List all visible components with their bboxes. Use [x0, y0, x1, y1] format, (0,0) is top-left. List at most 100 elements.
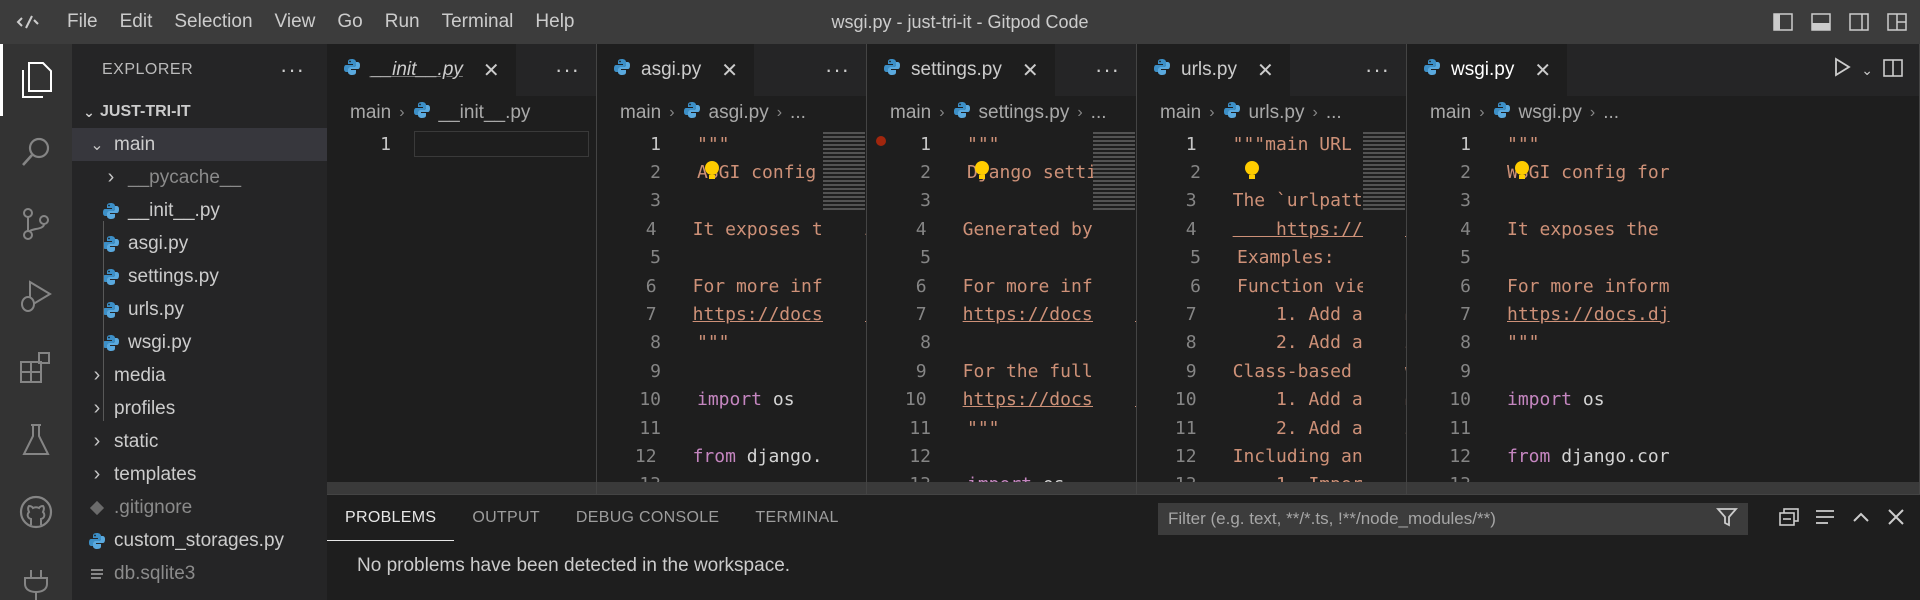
- lightbulb-icon[interactable]: [1243, 160, 1261, 187]
- lightbulb-icon[interactable]: [703, 160, 721, 187]
- tree-item-urls-py[interactable]: urls.py: [72, 293, 327, 326]
- tree-item-init-py[interactable]: __init__.py: [72, 194, 327, 227]
- close-icon[interactable]: ✕: [721, 58, 738, 83]
- menu-help[interactable]: Help: [524, 0, 585, 44]
- breadcrumb-item[interactable]: ...: [1091, 102, 1107, 124]
- horizontal-scrollbar[interactable]: [597, 482, 866, 494]
- maximize-panel-icon[interactable]: [1850, 507, 1872, 532]
- breadcrumb-item[interactable]: main: [350, 102, 391, 124]
- breadcrumb-item[interactable]: urls.py: [1249, 102, 1305, 124]
- tree-item-profiles[interactable]: › profiles: [72, 392, 327, 425]
- tree-item-custom-storages-py[interactable]: custom_storages.py: [72, 524, 327, 557]
- editor-tab[interactable]: settings.py ✕: [867, 44, 1055, 96]
- chevron-down-icon[interactable]: ⌄: [1861, 62, 1873, 79]
- close-icon[interactable]: ✕: [483, 58, 500, 83]
- breadcrumb-item[interactable]: main: [620, 102, 661, 124]
- close-icon[interactable]: ✕: [1534, 58, 1551, 83]
- tree-item-asgi-py[interactable]: asgi.py: [72, 227, 327, 260]
- tree-item-label: urls.py: [128, 298, 184, 320]
- problems-filter-input[interactable]: [1168, 509, 1688, 529]
- gitpod-logo-icon[interactable]: [0, 0, 56, 44]
- menu-terminal[interactable]: Terminal: [431, 0, 525, 44]
- breadcrumb-item[interactable]: main: [1160, 102, 1201, 124]
- more-actions-icon[interactable]: ···: [825, 57, 850, 83]
- menu-edit[interactable]: Edit: [109, 0, 164, 44]
- tree-item-gitignore[interactable]: .gitignore: [72, 491, 327, 524]
- horizontal-scrollbar[interactable]: [327, 482, 596, 494]
- collapse-all-icon[interactable]: [1778, 507, 1800, 532]
- breakpoint-icon[interactable]: [876, 136, 886, 146]
- editor-tab[interactable]: wsgi.py ✕: [1407, 44, 1568, 96]
- tree-item-main[interactable]: ⌄ main: [72, 128, 327, 161]
- lightbulb-icon[interactable]: [973, 160, 991, 187]
- more-actions-icon[interactable]: ···: [1365, 57, 1390, 83]
- minimap[interactable]: [1363, 130, 1405, 494]
- extensions-icon[interactable]: [0, 332, 72, 404]
- search-icon[interactable]: [0, 116, 72, 188]
- code-editor[interactable]: 1 """ 2 WSGI config for 3 4 It exposes the 5 6 F…: [1407, 130, 1919, 494]
- tab-problems[interactable]: PROBLEMS: [327, 495, 455, 541]
- breadcrumb-item[interactable]: __init__.py: [439, 102, 531, 124]
- tree-item-db-sqlite3[interactable]: db.sqlite3: [72, 557, 327, 590]
- editor-tab[interactable]: urls.py ✕: [1137, 44, 1290, 96]
- tree-item-settings-py[interactable]: settings.py: [72, 260, 327, 293]
- code-editor[interactable]: 1: [327, 130, 596, 158]
- tree-item-static[interactable]: › static: [72, 425, 327, 458]
- breadcrumb-item[interactable]: ...: [1603, 102, 1619, 124]
- minimap[interactable]: [1093, 130, 1135, 494]
- breadcrumb-item[interactable]: ...: [1326, 102, 1342, 124]
- menu-file[interactable]: File: [56, 0, 109, 44]
- source-control-icon[interactable]: [0, 188, 72, 260]
- breadcrumb-item[interactable]: main: [890, 102, 931, 124]
- tree-item-wsgi-py[interactable]: wsgi.py: [72, 326, 327, 359]
- workspace-root[interactable]: ⌄ JUST-TRI-IT: [72, 96, 327, 128]
- editor-tab[interactable]: __init__.py ✕: [327, 44, 516, 96]
- tab-terminal[interactable]: TERMINAL: [737, 495, 856, 541]
- more-actions-icon[interactable]: ···: [1095, 57, 1120, 83]
- activity-bar: [0, 44, 72, 600]
- toggle-secondary-sidebar-icon[interactable]: [1844, 7, 1874, 37]
- breadcrumb-item[interactable]: wsgi.py: [1519, 102, 1582, 124]
- tab-output[interactable]: OUTPUT: [454, 495, 558, 541]
- horizontal-scrollbar[interactable]: [867, 482, 1136, 494]
- editor-tab[interactable]: asgi.py ✕: [597, 44, 754, 96]
- menu-view[interactable]: View: [264, 0, 327, 44]
- tree-item-pycache[interactable]: › __pycache__: [72, 161, 327, 194]
- lightbulb-icon[interactable]: [1513, 160, 1531, 187]
- toggle-primary-sidebar-icon[interactable]: [1768, 7, 1798, 37]
- breadcrumb-item[interactable]: settings.py: [979, 102, 1070, 124]
- remote-plug-icon[interactable]: [0, 548, 72, 600]
- python-file-icon: [343, 58, 361, 82]
- view-as-list-icon[interactable]: [1814, 507, 1836, 532]
- line-number: 7: [1460, 304, 1471, 326]
- explorer-files-icon[interactable]: [0, 44, 72, 116]
- close-icon[interactable]: ✕: [1022, 58, 1039, 83]
- more-actions-icon[interactable]: ···: [555, 57, 580, 83]
- close-panel-icon[interactable]: [1886, 507, 1906, 532]
- tree-item-media[interactable]: › media: [72, 359, 327, 392]
- toggle-panel-icon[interactable]: [1806, 7, 1836, 37]
- menu-go[interactable]: Go: [326, 0, 373, 44]
- horizontal-scrollbar[interactable]: [1407, 482, 1919, 494]
- close-icon[interactable]: ✕: [1257, 58, 1274, 83]
- customize-layout-icon[interactable]: [1882, 7, 1912, 37]
- split-editor-icon[interactable]: [1883, 57, 1903, 83]
- filter-funnel-icon[interactable]: [1716, 507, 1738, 532]
- breadcrumb-item[interactable]: main: [1430, 102, 1471, 124]
- code-token: https://docs.dj: [1507, 304, 1670, 326]
- breadcrumb-item[interactable]: ...: [790, 102, 806, 124]
- run-debug-icon[interactable]: [0, 260, 72, 332]
- tab-label: urls.py: [1181, 59, 1237, 80]
- tab-debug-console[interactable]: DEBUG CONSOLE: [558, 495, 738, 541]
- minimap[interactable]: [823, 130, 865, 494]
- tree-item-templates[interactable]: › templates: [72, 458, 327, 491]
- run-python-file-icon[interactable]: [1833, 57, 1851, 83]
- more-actions-icon[interactable]: ···: [280, 57, 305, 83]
- testing-flask-icon[interactable]: [0, 404, 72, 476]
- code-token: WSGI config for: [1507, 162, 1670, 184]
- github-icon[interactable]: [0, 476, 72, 548]
- breadcrumb-item[interactable]: asgi.py: [709, 102, 769, 124]
- menu-run[interactable]: Run: [374, 0, 431, 44]
- horizontal-scrollbar[interactable]: [1137, 482, 1406, 494]
- menu-selection[interactable]: Selection: [163, 0, 263, 44]
